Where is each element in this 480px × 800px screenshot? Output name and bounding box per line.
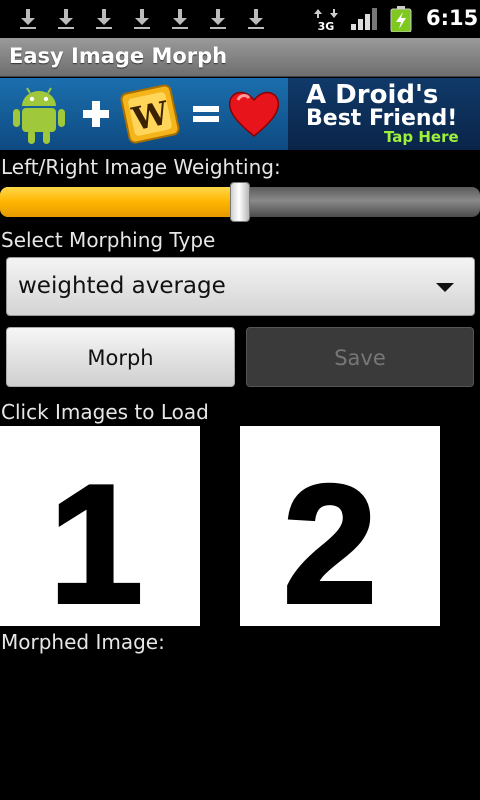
android-robot-icon	[13, 87, 65, 144]
download-icon	[172, 9, 188, 29]
app-title: Easy Image Morph	[9, 44, 228, 68]
status-bar: 3G 6:15	[0, 0, 480, 38]
morph-type-dropdown[interactable]: weighted average	[6, 257, 475, 316]
dropdown-arrow-icon	[436, 283, 454, 292]
ad-cta: Tap Here	[384, 128, 459, 146]
ad-copy: A Droid's Best Friend! Tap Here	[288, 78, 480, 150]
signal-strength-icon	[351, 8, 377, 30]
app-title-bar: Easy Image Morph	[0, 38, 480, 77]
download-icon	[96, 9, 112, 29]
download-icon	[248, 9, 264, 29]
right-image-slot[interactable]: 2	[240, 426, 440, 626]
download-icon	[210, 9, 226, 29]
plus-icon	[83, 101, 109, 127]
ad-banner[interactable]: W A Droid's Best Friend! Tap Here	[0, 78, 480, 150]
svg-text:3G: 3G	[318, 20, 335, 31]
clock: 6:15	[426, 6, 479, 30]
morph-type-label: Select Morphing Type	[1, 228, 216, 252]
equals-icon	[193, 106, 219, 122]
heart-icon	[228, 91, 280, 137]
battery-charging-icon	[390, 6, 412, 32]
morph-button[interactable]: Morph	[6, 327, 235, 387]
slider-progress	[0, 187, 240, 217]
slider-thumb[interactable]	[230, 182, 250, 222]
load-images-label: Click Images to Load	[1, 400, 209, 424]
word-tile-logo: W	[120, 84, 180, 144]
left-image-slot[interactable]: 1	[0, 426, 200, 626]
morphed-image-label: Morphed Image:	[1, 630, 165, 654]
download-icon	[134, 9, 150, 29]
download-icon	[58, 9, 74, 29]
left-image-digit: 1	[49, 450, 142, 626]
weighting-label: Left/Right Image Weighting:	[1, 155, 281, 179]
morph-type-selected: weighted average	[18, 273, 226, 299]
save-button[interactable]: Save	[246, 327, 474, 387]
download-icon	[20, 9, 36, 29]
morphed-image-area	[0, 660, 480, 800]
network-3g-icon: 3G	[314, 9, 338, 31]
right-image-digit: 2	[283, 450, 376, 626]
ad-graphic: W	[0, 78, 288, 150]
